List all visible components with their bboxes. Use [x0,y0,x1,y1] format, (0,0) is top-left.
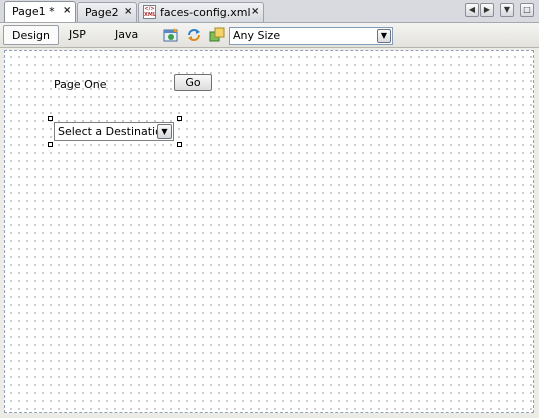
preview-in-browser-icon[interactable] [163,27,179,43]
tab-faces-config-close-icon[interactable]: × [251,6,259,17]
view-tab-java[interactable]: Java [107,25,146,45]
tab-faces-config[interactable]: </> XML faces-config.xml × [138,2,264,22]
screen-size-value: Any Size [233,29,281,42]
chevron-down-icon[interactable]: ▼ [377,29,391,43]
refresh-icon[interactable] [186,27,202,43]
screen-size-combo[interactable]: Any Size ▼ [229,27,393,45]
selection-handle-top-right[interactable] [177,116,182,121]
show-virtual-forms-icon[interactable] [209,27,225,43]
maximize-window-icon[interactable]: □ [520,3,534,17]
design-canvas[interactable] [4,50,534,413]
scroll-tabs-left-icon[interactable]: ◀ [465,3,479,17]
selection-handle-top-left[interactable] [48,116,53,121]
selection-handle-bottom-left[interactable] [48,142,53,147]
xml-file-icon: </> XML [143,5,157,19]
tab-faces-config-label: faces-config.xml [160,6,251,19]
static-text-page-one[interactable]: Page One [54,78,107,91]
tab-page2[interactable]: Page2 × [77,2,137,22]
tab-page1-label: Page1 * [12,5,55,18]
tab-page1-close-icon[interactable]: × [63,5,71,16]
selection-handle-bottom-right[interactable] [177,142,182,147]
tab-page1[interactable]: Page1 * × [4,1,76,22]
view-tab-jsp[interactable]: JSP [61,25,94,45]
go-button[interactable]: Go [174,74,212,91]
chevron-down-icon[interactable]: ▼ [157,124,172,139]
tab-page2-close-icon[interactable]: × [124,6,132,17]
show-opened-documents-icon[interactable]: ▼ [500,3,514,17]
scroll-tabs-right-icon[interactable]: ▶ [480,3,494,17]
destination-dropdown[interactable]: Select a Destination ▼ [54,122,174,141]
destination-dropdown-value: Select a Destination [58,125,169,138]
tab-page2-label: Page2 [85,6,119,19]
view-tab-design[interactable]: Design [3,25,59,45]
